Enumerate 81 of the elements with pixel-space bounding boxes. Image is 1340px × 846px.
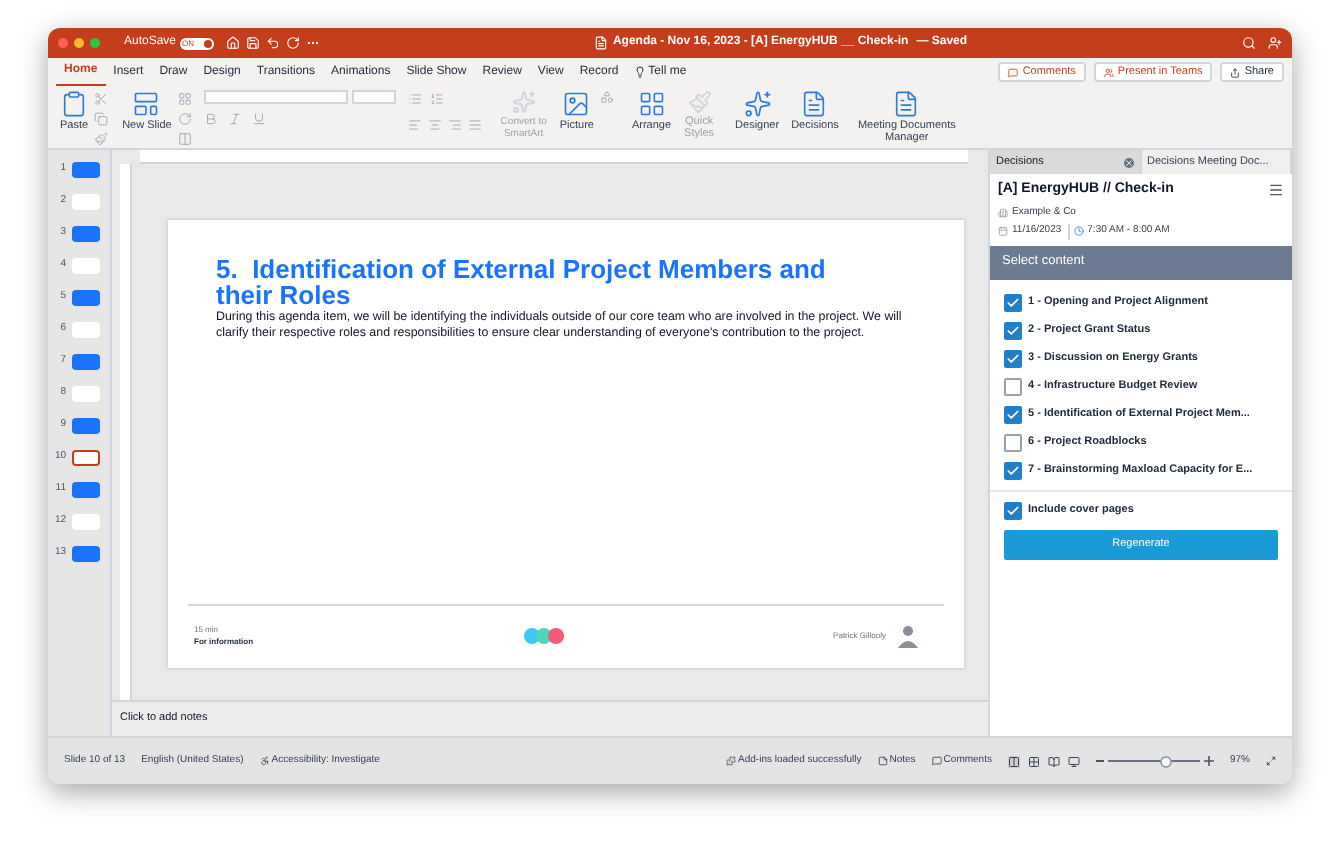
slide-thumbnail[interactable]	[72, 514, 100, 530]
calendar-icon	[998, 226, 1008, 237]
checkbox[interactable]	[1004, 433, 1022, 451]
bullets-icon[interactable]	[407, 92, 422, 106]
slide-thumbnail[interactable]	[72, 546, 100, 562]
check-icon	[1006, 407, 1020, 421]
grid-view-icon[interactable]	[1027, 755, 1040, 767]
menu-icon[interactable]	[1268, 182, 1284, 199]
bold-icon[interactable]	[203, 112, 218, 126]
slide-title: 5. Identification of External Project Members and their Roles	[216, 256, 828, 308]
checkbox[interactable]	[1004, 349, 1022, 367]
puzzle-icon	[726, 756, 737, 766]
styles-icon	[687, 90, 712, 114]
font-name-field[interactable]	[203, 90, 348, 104]
fit-icon[interactable]	[1266, 756, 1276, 766]
checkbox[interactable]	[1004, 461, 1022, 479]
zoom-in-icon[interactable]	[1203, 756, 1214, 766]
italic-icon[interactable]	[227, 112, 242, 126]
lightbulb-icon	[634, 66, 647, 78]
slide-thumbnail[interactable]	[72, 226, 100, 242]
new-slide-icon	[132, 90, 161, 118]
designer-icon	[743, 90, 772, 118]
align-center-icon[interactable]	[427, 118, 442, 132]
close-icon[interactable]	[1123, 157, 1133, 167]
share-icon	[1230, 67, 1241, 77]
comment-icon	[1008, 67, 1019, 77]
more-icon[interactable]	[306, 36, 321, 50]
teams-icon	[1103, 67, 1114, 77]
meeting-documents-icon	[892, 90, 921, 118]
checkbox[interactable]	[1004, 293, 1022, 311]
slide-thumbnail[interactable]	[72, 386, 100, 402]
slide-thumbnail[interactable]	[72, 162, 100, 178]
shapes-icon[interactable]	[599, 90, 614, 104]
checkbox[interactable]	[1004, 321, 1022, 339]
checkbox[interactable]	[1004, 405, 1022, 423]
normal-view-icon[interactable]	[1007, 755, 1020, 767]
check-icon	[1006, 463, 1020, 477]
comment-icon	[931, 756, 942, 766]
accessibility-icon	[259, 756, 270, 766]
section-icon[interactable]	[177, 132, 192, 146]
arrange-icon	[637, 90, 666, 118]
checkbox[interactable]	[1004, 501, 1022, 519]
search-icon[interactable]	[1242, 36, 1256, 50]
person-icon[interactable]	[1268, 36, 1282, 50]
undo-icon[interactable]	[266, 36, 281, 50]
reading-view-icon[interactable]	[1047, 755, 1060, 767]
notes-icon	[877, 756, 888, 766]
redo-icon[interactable]	[286, 36, 301, 50]
numbering-icon[interactable]	[429, 92, 444, 106]
avatar-silhouette-icon	[898, 623, 918, 647]
justify-icon[interactable]	[467, 118, 482, 132]
align-left-icon[interactable]	[407, 118, 422, 132]
check-icon	[1006, 503, 1020, 517]
slide-thumbnail[interactable]	[72, 290, 100, 306]
align-right-icon[interactable]	[447, 118, 462, 132]
slideshow-icon[interactable]	[1067, 755, 1080, 767]
paste-icon	[60, 90, 89, 118]
slide-thumbnail[interactable]	[72, 194, 100, 210]
picture-icon	[562, 90, 591, 118]
clock-icon	[1073, 226, 1084, 237]
checkbox[interactable]	[1004, 377, 1022, 395]
slide-thumbnail[interactable]	[72, 418, 100, 434]
layout-icon[interactable]	[177, 92, 192, 106]
format-painter-icon[interactable]	[94, 132, 109, 146]
copy-icon[interactable]	[94, 112, 109, 126]
slide-thumbnail[interactable]	[72, 258, 100, 274]
underline-icon[interactable]	[251, 112, 266, 126]
slide-thumbnail[interactable]	[72, 322, 100, 338]
zoom-slider-thumb[interactable]	[1159, 755, 1171, 767]
save-icon[interactable]	[246, 36, 261, 50]
document-icon	[594, 36, 609, 50]
slide-thumbnail[interactable]	[72, 354, 100, 370]
cut-icon[interactable]	[94, 92, 109, 106]
smartart-icon	[511, 90, 536, 114]
building-icon	[998, 207, 1008, 218]
font-size-field[interactable]	[351, 90, 396, 104]
slide-thumbnail[interactable]	[72, 482, 100, 498]
decisions-icon	[800, 90, 829, 118]
slide-thumbnail[interactable]	[72, 450, 100, 466]
reset-icon[interactable]	[177, 112, 192, 126]
home-icon[interactable]	[226, 36, 241, 50]
